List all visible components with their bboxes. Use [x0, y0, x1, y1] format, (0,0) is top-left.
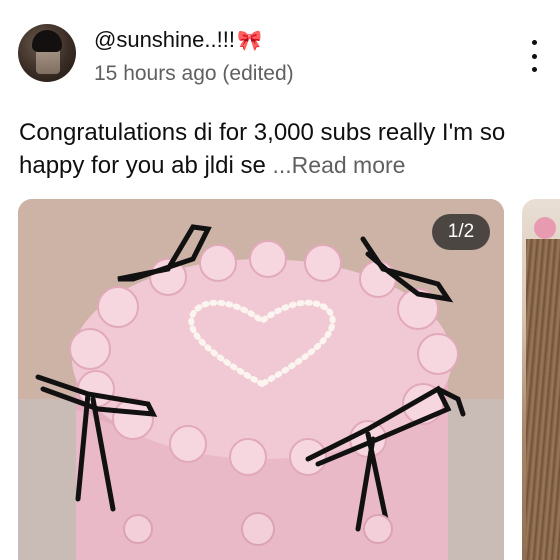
rosette	[97, 286, 139, 328]
piping-rosette	[123, 514, 153, 544]
hair-clip	[534, 217, 556, 239]
bow-icon: 🎀	[236, 30, 262, 52]
timestamp: 15 hours ago (edited)	[94, 62, 294, 85]
cake-illustration	[18, 199, 504, 560]
menu-dot	[531, 40, 537, 45]
image-counter-badge: 1/2	[432, 214, 490, 250]
piping-rosette	[363, 514, 393, 544]
menu-dot	[531, 53, 537, 59]
avatar-hair	[32, 30, 62, 52]
rosette	[229, 438, 267, 476]
menu-dot	[531, 67, 537, 72]
rosette	[249, 240, 287, 278]
rosette	[417, 333, 459, 375]
username[interactable]: @sunshine..!!! 🎀	[94, 27, 262, 53]
piping-rosette	[241, 512, 275, 546]
rosette	[359, 260, 397, 298]
rosette	[69, 328, 111, 370]
comment-header: @sunshine..!!! 🎀 15 hours ago (edited)	[0, 0, 560, 100]
braided-hair	[526, 239, 560, 560]
username-text[interactable]: @sunshine..!!!	[94, 27, 235, 52]
rosette	[304, 244, 342, 282]
rosette	[199, 244, 237, 282]
comment-image-cake[interactable]	[18, 199, 504, 560]
rosette	[169, 425, 207, 463]
more-vertical-icon[interactable]	[522, 36, 546, 76]
comment-text: Congratulations di for 3,000 subs really…	[19, 116, 539, 182]
avatar[interactable]	[18, 24, 76, 82]
comment-image-next[interactable]	[522, 199, 560, 560]
read-more-link[interactable]: ...Read more	[273, 152, 406, 178]
comment-body: Congratulations di for 3,000 subs really…	[19, 119, 506, 179]
